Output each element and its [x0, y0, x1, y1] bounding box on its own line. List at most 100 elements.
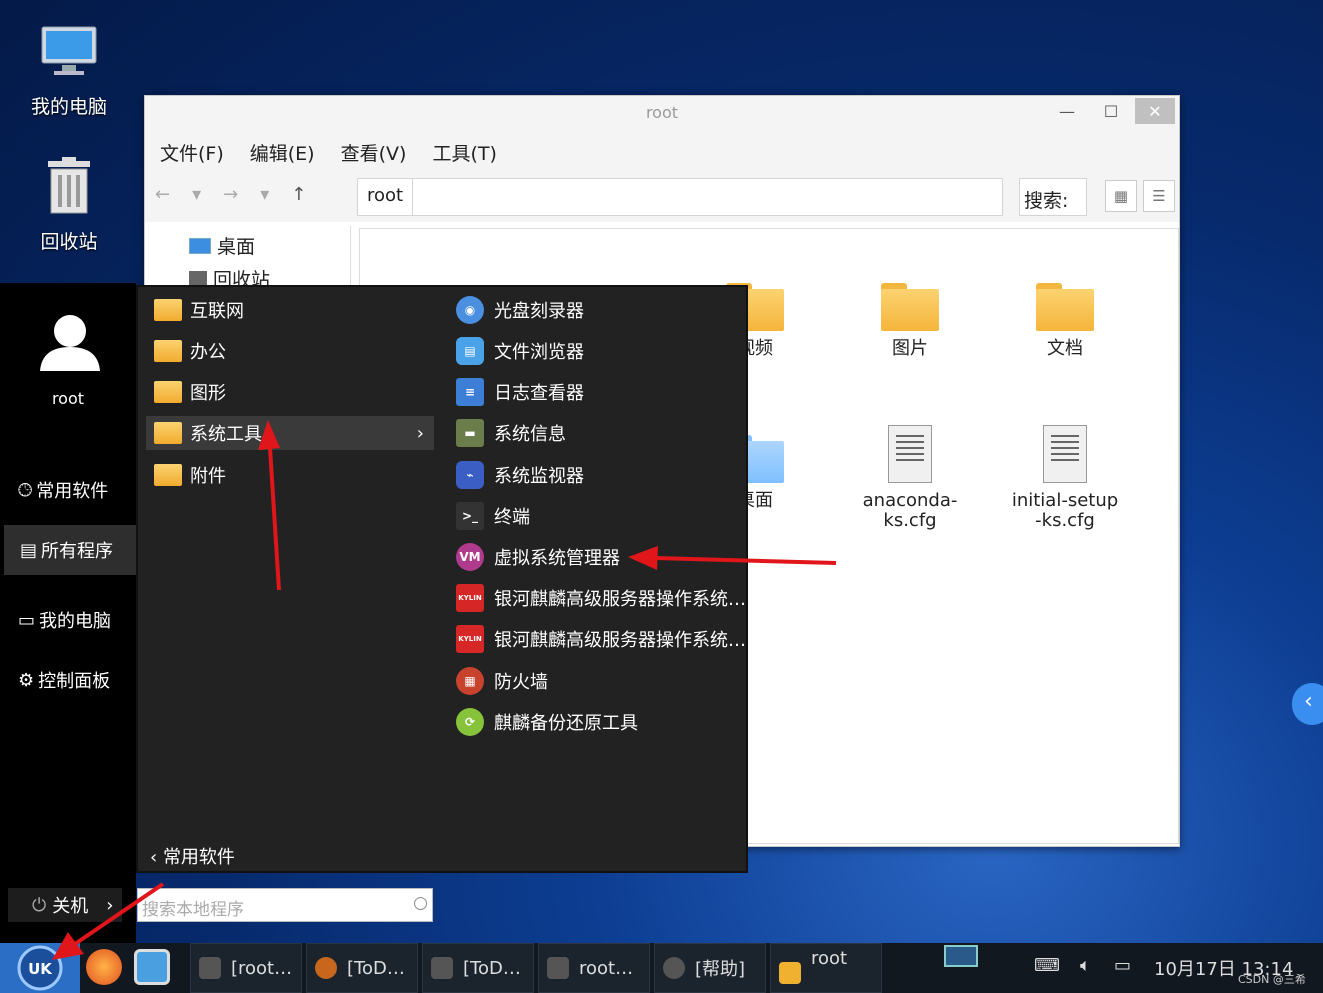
category-system-tools[interactable]: 系统工具 › — [146, 416, 434, 450]
start-button[interactable]: UK — [0, 943, 80, 993]
forward-arrow-icon[interactable]: → — [223, 184, 238, 205]
kylin-icon: KYLIN — [456, 584, 484, 612]
app-system-monitor[interactable]: ⌁ 系统监视器 — [456, 458, 584, 492]
file-label: anaconda-ks.cfg — [862, 490, 958, 531]
nav-label: 控制面板 — [38, 671, 111, 692]
toolbar: ← ▾ → ▾ ↑ root 搜索: ▦ ☰ — [145, 174, 1179, 222]
category-graphics[interactable]: 图形 — [146, 375, 434, 409]
app-firewall[interactable]: ▦ 防火墙 — [456, 664, 548, 698]
nav-my-computer[interactable]: ▭ 我的电脑 — [18, 607, 111, 633]
category-office[interactable]: 办公 — [146, 334, 434, 368]
chevron-right-icon: › — [106, 894, 114, 916]
network-icon[interactable]: ▭ — [1114, 955, 1131, 976]
taskbar-window-2[interactable]: [ToD… — [306, 943, 418, 993]
terminal-icon — [547, 957, 569, 979]
menu-edit[interactable]: 编辑(E) — [250, 139, 315, 166]
taskbar-window-3[interactable]: [ToD… — [422, 943, 534, 993]
window-titlebar[interactable]: root — ☐ ✕ — [145, 96, 1179, 130]
grid-view-icon: ▦ — [1113, 187, 1129, 205]
category-label: 办公 — [190, 342, 226, 363]
taskbar-label: [root… — [231, 957, 293, 979]
back-dropdown-icon[interactable]: ▾ — [192, 184, 201, 205]
app-file-browser[interactable]: ▤ 文件浏览器 — [456, 334, 584, 368]
terminal-icon: >_ — [456, 502, 484, 530]
menu-tools[interactable]: 工具(T) — [432, 139, 496, 166]
up-arrow-icon[interactable]: ↑ — [291, 184, 306, 205]
chevron-right-icon: › — [416, 422, 424, 444]
desktop-folder-icon — [189, 237, 211, 254]
app-kylin-server-2[interactable]: KYLIN 银河麒麟高级服务器操作系统… — [456, 622, 746, 656]
search-field[interactable]: 搜索: — [1019, 178, 1087, 216]
forward-dropdown-icon[interactable]: ▾ — [260, 184, 269, 205]
clock-icon: 🕒︎ — [18, 479, 33, 501]
category-label: 图形 — [190, 383, 226, 404]
back-to-frequent-button[interactable]: ‹ 常用软件 — [150, 843, 235, 869]
back-arrow-icon[interactable]: ← — [155, 184, 170, 205]
computer-icon — [14, 20, 124, 82]
shutdown-label: 关机 — [52, 896, 89, 917]
menu-bar: 文件(F) 编辑(E) 查看(V) 工具(T) — [145, 130, 1179, 174]
nav-frequent-software[interactable]: 🕒︎ 常用软件 — [18, 477, 108, 503]
app-disc-burner[interactable]: ◉ 光盘刻录器 — [456, 293, 584, 327]
address-bar[interactable]: root — [357, 178, 1003, 216]
kylin-icon: KYLIN — [456, 625, 484, 653]
vm-icon: VM — [456, 543, 484, 571]
window-icon — [431, 957, 453, 979]
app-system-info[interactable]: ▬ 系统信息 — [456, 416, 566, 450]
close-icon: ✕ — [1148, 101, 1162, 121]
nav-all-programs[interactable]: ▤ 所有程序 — [4, 525, 136, 575]
list-view-button[interactable]: ☰ — [1143, 180, 1175, 212]
nav-label: 所有程序 — [41, 541, 114, 562]
app-backup-restore[interactable]: ⟳ 麒麟备份还原工具 — [456, 705, 638, 739]
user-avatar-icon[interactable] — [38, 313, 102, 373]
documents-folder-icon — [1000, 269, 1130, 331]
side-item-desktop[interactable]: 桌面 — [145, 226, 350, 259]
app-virtual-machine-manager[interactable]: VM 虚拟系统管理器 — [456, 540, 620, 574]
back-label: 常用软件 — [162, 847, 235, 868]
app-label: 终端 — [494, 507, 530, 528]
taskbar-window-1[interactable]: [root… — [190, 943, 302, 993]
file-label: 文档 — [1047, 338, 1083, 359]
taskbar-window-6[interactable]: root — [770, 943, 882, 993]
file-item[interactable]: anaconda-ks.cfg — [845, 421, 975, 531]
home-icon — [779, 962, 801, 984]
category-internet[interactable]: 互联网 — [146, 293, 434, 327]
folder-icon — [154, 299, 182, 321]
category-label: 互联网 — [190, 301, 244, 322]
desktop-icon-computer[interactable]: 我的电脑 — [14, 20, 124, 119]
nav-control-panel[interactable]: ⚙ 控制面板 — [18, 667, 110, 693]
firefox-launcher-icon[interactable] — [86, 949, 122, 985]
taskbar-window-4[interactable]: root… — [538, 943, 650, 993]
file-item[interactable]: 文档 — [1000, 269, 1130, 359]
menu-view[interactable]: 查看(V) — [341, 139, 407, 166]
start-menu: root 🕒︎ 常用软件 ▤ 所有程序 ▭ 我的电脑 ⚙ 控制面板 互联网 办公 — [0, 283, 748, 943]
app-terminal[interactable]: >_ 终端 — [456, 499, 530, 533]
app-label: 系统信息 — [494, 424, 566, 445]
volume-icon[interactable]: 🔈︎ — [1080, 955, 1091, 976]
program-search-input[interactable]: 搜索本地程序 ○ — [137, 888, 433, 922]
side-panel-toggle[interactable]: ‹ — [1292, 683, 1323, 725]
icon-view-button[interactable]: ▦ — [1105, 180, 1137, 212]
address-crumb[interactable]: root — [358, 179, 414, 215]
watermark: CSDN @三希 — [1238, 973, 1306, 986]
shutdown-button[interactable]: ⏻ 关机 › — [8, 888, 122, 922]
app-kylin-server-1[interactable]: KYLIN 银河麒麟高级服务器操作系统… — [456, 581, 746, 615]
file-manager-launcher-icon[interactable] — [134, 949, 170, 985]
keyboard-icon[interactable]: ⌨ — [1034, 955, 1060, 976]
maximize-button[interactable]: ☐ — [1091, 98, 1131, 124]
app-log-viewer[interactable]: ≡ 日志查看器 — [456, 375, 584, 409]
taskbar-window-5[interactable]: [帮助] — [654, 943, 766, 993]
show-desktop-icon[interactable] — [944, 945, 978, 967]
file-item[interactable]: initial-setup-ks.cfg — [1000, 421, 1130, 531]
close-button[interactable]: ✕ — [1135, 98, 1175, 124]
log-viewer-icon: ≡ — [456, 378, 484, 406]
category-accessories[interactable]: 附件 — [146, 458, 434, 492]
category-label: 附件 — [190, 466, 226, 487]
minimize-button[interactable]: — — [1047, 98, 1087, 124]
folder-icon — [154, 340, 182, 362]
file-item[interactable]: 图片 — [845, 269, 975, 359]
monitor-icon: ▭ — [18, 609, 36, 631]
window-title: root — [645, 103, 679, 122]
menu-file[interactable]: 文件(F) — [160, 139, 224, 166]
desktop-icon-trash[interactable]: 回收站 — [14, 155, 124, 254]
